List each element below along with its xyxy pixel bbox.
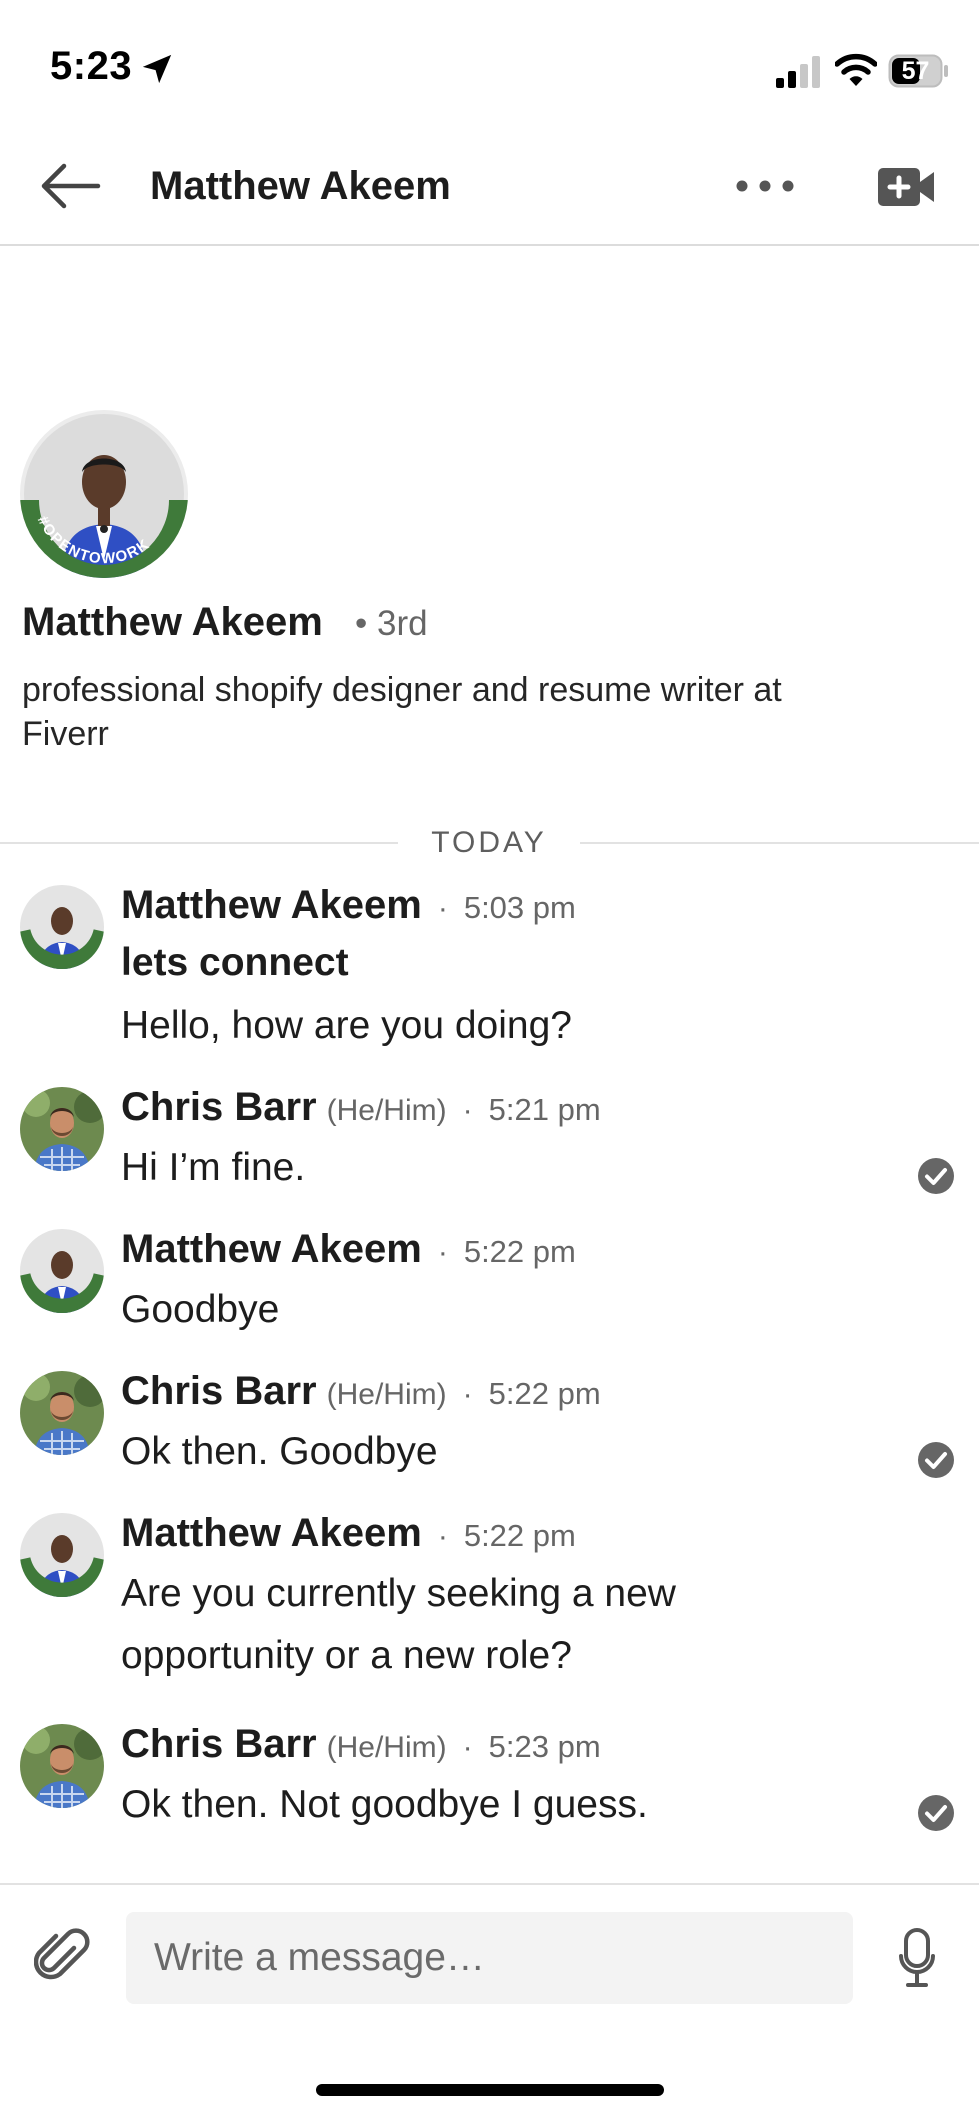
sender-avatar[interactable] xyxy=(20,1229,104,1313)
profile-avatar[interactable]: #OPENTOWORK xyxy=(20,410,188,578)
opentowork-badge: #OPENTOWORK xyxy=(34,513,154,567)
person-photo-icon xyxy=(20,1087,104,1171)
battery-level: 57 xyxy=(901,57,930,85)
profile-name[interactable]: Matthew Akeem xyxy=(22,600,323,645)
separator-dot: · xyxy=(437,1236,448,1269)
sender-pronouns: (He/Him) xyxy=(326,1731,447,1764)
separator-dot: · xyxy=(437,892,448,925)
message-timestamp: 5:03 pm xyxy=(463,890,576,925)
sender-name[interactable]: Chris Barr xyxy=(121,1722,317,1767)
separator-dot: · xyxy=(462,1378,473,1411)
message-text: Ok then. Not goodbye I guess. xyxy=(121,1783,648,1826)
person-photo-icon xyxy=(20,885,104,969)
svg-text:#OPENTOWORK: #OPENTOWORK xyxy=(34,513,154,567)
profile-headline: professional shopify designer and resume… xyxy=(22,671,782,753)
day-divider-label: TODAY xyxy=(431,826,547,859)
home-indicator xyxy=(316,2084,664,2096)
sender-name[interactable]: Matthew Akeem xyxy=(121,1227,422,1272)
message-header: Matthew Akeem · 5:22 pm xyxy=(121,1227,576,1272)
message-timestamp: 5:22 pm xyxy=(488,1376,601,1411)
composer-divider xyxy=(0,1883,979,1885)
message-timestamp: 5:22 pm xyxy=(463,1234,576,1269)
person-photo-icon xyxy=(20,1724,104,1808)
opentowork-badge-text: #OPENTOWORK xyxy=(34,513,152,567)
header-divider xyxy=(0,244,979,246)
sender-avatar[interactable] xyxy=(20,1087,104,1171)
message-text: Goodbye xyxy=(121,1288,280,1331)
read-receipt-check-icon xyxy=(918,1795,954,1831)
sender-name[interactable]: Chris Barr xyxy=(121,1085,317,1130)
message-text: Are you currently seeking a new xyxy=(121,1572,676,1615)
message-header: Chris Barr (He/Him) · 5:21 pm xyxy=(121,1085,601,1130)
message-text: opportunity or a new role? xyxy=(121,1634,572,1677)
message-header: Chris Barr (He/Him) · 5:23 pm xyxy=(121,1722,601,1767)
person-photo-icon xyxy=(20,1371,104,1455)
status-time: 5:23 xyxy=(50,44,133,88)
wifi-icon xyxy=(835,53,877,86)
read-receipt-check-icon xyxy=(918,1158,954,1194)
day-divider-line-right xyxy=(580,842,979,844)
message-header: Chris Barr (He/Him) · 5:22 pm xyxy=(121,1369,601,1414)
location-arrow-icon xyxy=(142,54,172,84)
paperclip-icon[interactable] xyxy=(34,1928,90,1986)
sender-pronouns: (He/Him) xyxy=(326,1378,447,1411)
more-options-icon[interactable] xyxy=(732,168,798,204)
person-photo-icon xyxy=(20,1229,104,1313)
back-arrow-icon[interactable] xyxy=(38,160,102,212)
sender-avatar[interactable] xyxy=(20,1724,104,1808)
sender-avatar[interactable] xyxy=(20,1513,104,1597)
connection-degree: • 3rd xyxy=(355,604,428,643)
sender-name[interactable]: Chris Barr xyxy=(121,1369,317,1414)
person-photo-icon xyxy=(20,1513,104,1597)
message-text: Hi I’m fine. xyxy=(121,1146,306,1189)
message-header: Matthew Akeem · 5:03 pm xyxy=(121,883,576,928)
sender-name[interactable]: Matthew Akeem xyxy=(121,883,422,928)
message-header: Matthew Akeem · 5:22 pm xyxy=(121,1511,576,1556)
read-receipt-check-icon xyxy=(918,1442,954,1478)
separator-dot: · xyxy=(437,1520,448,1553)
video-call-icon[interactable] xyxy=(876,164,936,210)
microphone-icon[interactable] xyxy=(898,1928,936,1988)
sender-pronouns: (He/Him) xyxy=(326,1094,447,1127)
message-text: Ok then. Goodbye xyxy=(121,1430,438,1473)
battery-indicator: 57 xyxy=(888,54,950,88)
sender-avatar[interactable] xyxy=(20,1371,104,1455)
sender-name[interactable]: Matthew Akeem xyxy=(121,1511,422,1556)
message-timestamp: 5:21 pm xyxy=(488,1092,601,1127)
conversation-title: Matthew Akeem xyxy=(150,164,451,208)
cellular-signal-icon xyxy=(776,56,820,88)
sender-avatar[interactable] xyxy=(20,885,104,969)
message-text: Hello, how are you doing? xyxy=(121,1004,572,1047)
message-subject: lets connect xyxy=(121,941,349,984)
separator-dot: · xyxy=(462,1731,473,1764)
message-timestamp: 5:22 pm xyxy=(463,1518,576,1553)
separator-dot: · xyxy=(462,1094,473,1127)
day-divider-line-left xyxy=(0,842,398,844)
message-input[interactable] xyxy=(126,1912,853,2004)
message-timestamp: 5:23 pm xyxy=(488,1729,601,1764)
